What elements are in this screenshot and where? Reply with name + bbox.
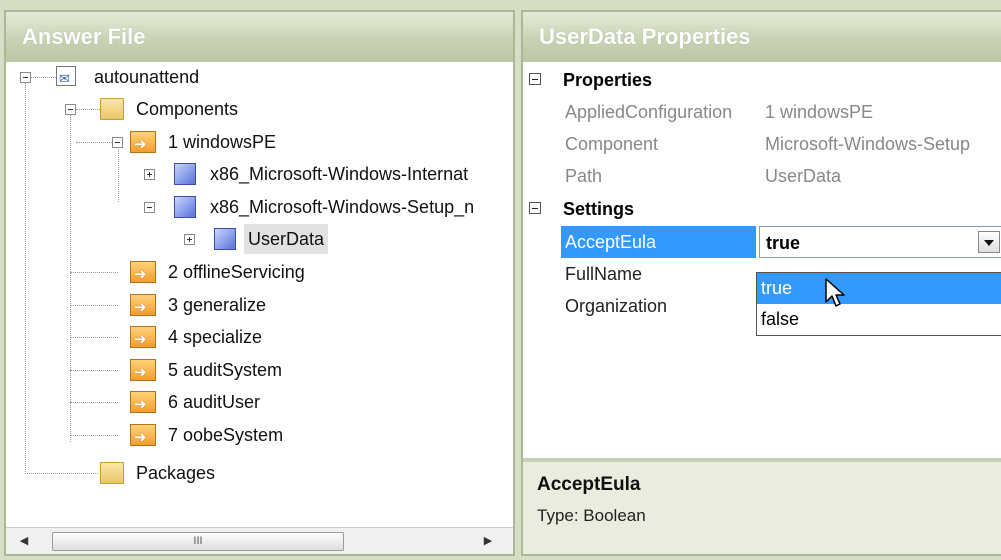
property-name: AppliedConfiguration [565,102,733,122]
accepteula-dropdown-list[interactable]: true false [756,272,1001,336]
collapse-category-icon[interactable] [529,73,541,85]
tree-node-label: 6 auditUser [168,392,261,412]
pass-icon [130,325,156,355]
tree-node-label: x86_Microsoft-Windows-Setup_n [210,197,475,217]
pass-icon [130,390,156,420]
description-panel: AcceptEula Type: Boolean [523,458,1001,554]
dropdown-option-true[interactable]: true [757,273,1001,304]
property-value: UserData [765,166,842,186]
collapse-toggle[interactable] [20,72,31,83]
answer-file-icon [56,64,76,94]
collapse-toggle[interactable] [144,202,155,213]
tree-node-label: x86_Microsoft-Windows-Internat [210,164,469,184]
property-row-component[interactable]: Component Microsoft-Windows-Setup [523,128,1001,160]
properties-pane: UserData Properties Properties AppliedCo… [521,10,1001,556]
tree-node-label: 5 auditSystem [168,360,283,380]
pass-icon [130,260,156,290]
tree-node-label: 3 generalize [168,295,267,315]
chevron-down-icon[interactable] [978,231,1000,253]
accepteula-combobox[interactable]: true [759,226,1001,258]
property-name: Component [565,134,659,154]
component-icon [174,163,196,185]
tree-node-international-component[interactable]: x86_Microsoft-Windows-Internat [6,159,513,189]
category-label: Properties [563,70,653,90]
tree-node-components[interactable]: Components [6,94,506,124]
scroll-thumb[interactable]: III [52,532,344,551]
tree-node-label: 4 specialize [168,327,263,347]
tree-node-label: autounattend [94,67,200,87]
tree-node-specialize[interactable]: 4 specialize [6,322,506,355]
category-properties[interactable]: Properties [523,64,1001,96]
answer-file-pane: Answer File autounattend Components [4,10,515,556]
expand-toggle[interactable] [144,169,155,180]
tree-node-label: Packages [136,463,216,483]
tree-node-oobesystem[interactable]: 7 oobeSystem [6,420,506,453]
property-row-appliedconfiguration[interactable]: AppliedConfiguration 1 windowsPE [523,96,1001,128]
property-row-path[interactable]: Path UserData [523,160,1001,192]
properties-header: UserData Properties [523,12,1001,62]
answer-file-tree: autounattend Components 1 windowsPE x86_… [6,62,513,528]
tree-node-audituser[interactable]: 6 auditUser [6,387,506,420]
property-name: Organization [565,296,668,316]
description-title: AcceptEula [537,474,641,495]
tree-node-setup-component[interactable]: x86_Microsoft-Windows-Setup_n [6,192,513,222]
horizontal-scrollbar[interactable]: ◀ III ▶ [6,527,513,554]
property-grid: Properties AppliedConfiguration 1 window… [523,62,1001,452]
mouse-cursor-icon [825,278,845,307]
property-value: Microsoft-Windows-Setup [765,134,971,154]
tree-node-auditsystem[interactable]: 5 auditSystem [6,355,506,388]
expand-toggle[interactable] [184,234,195,245]
tree-node-userdata[interactable]: UserData [6,224,506,254]
tree-node-autounattend[interactable]: autounattend [6,62,506,94]
tree-node-generalize[interactable]: 3 generalize [6,290,506,323]
collapse-toggle[interactable] [112,137,123,148]
scroll-right-icon[interactable]: ▶ [476,528,500,554]
scroll-left-icon[interactable]: ◀ [12,528,36,554]
tree-node-label: 1 windowsPE [168,132,277,152]
collapse-category-icon[interactable] [529,202,541,214]
tree-node-label-selected: UserData [244,224,329,254]
pass-icon [130,130,156,160]
folder-icon [100,98,124,120]
tree-node-offlineservicing[interactable]: 2 offlineServicing [6,257,506,290]
component-icon [214,228,236,250]
property-name: FullName [565,264,643,284]
pass-icon [130,293,156,323]
combobox-value: true [766,233,801,253]
answer-file-header: Answer File [6,12,513,62]
tree-node-label: 7 oobeSystem [168,425,284,445]
category-label: Settings [563,199,635,219]
component-icon [174,196,196,218]
collapse-toggle[interactable] [65,104,76,115]
pass-icon [130,423,156,453]
property-name: Path [565,166,603,186]
tree-node-packages[interactable]: Packages [6,458,506,488]
dropdown-option-false[interactable]: false [757,304,1001,335]
description-text: Type: Boolean [537,506,646,525]
tree-node-label: Components [136,99,239,119]
folder-icon [100,462,124,484]
tree-node-windowspe[interactable]: 1 windowsPE [6,127,506,160]
tree-node-label: 2 offlineServicing [168,262,305,282]
property-name: AcceptEula [561,226,756,258]
scroll-thumb-grip: III [193,535,203,547]
property-value: 1 windowsPE [765,102,874,122]
property-row-accepteula[interactable]: AcceptEula true [523,226,1001,258]
pass-icon [130,358,156,388]
category-settings[interactable]: Settings [523,193,1001,225]
